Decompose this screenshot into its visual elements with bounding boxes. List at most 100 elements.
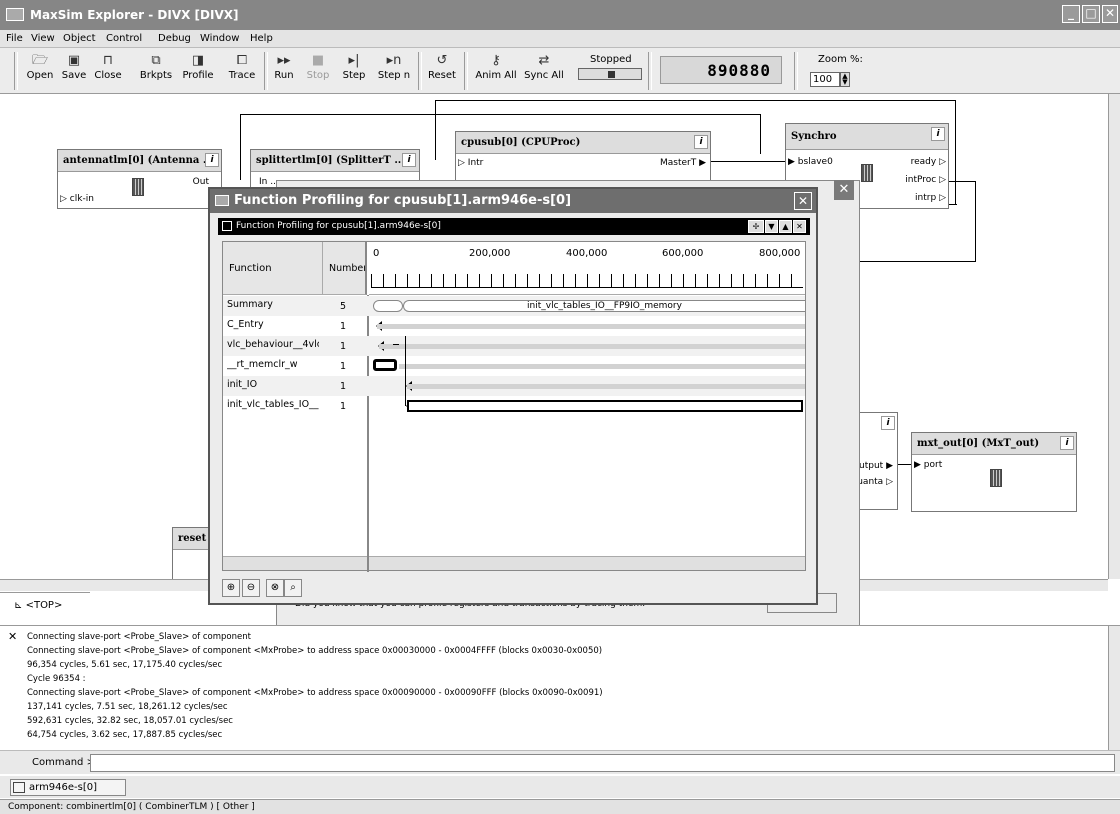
zoom-reset-icon[interactable]: ⊗ [266,579,284,597]
chevron-down-icon[interactable]: ▼ [765,220,778,233]
log-line: 96,354 cycles, 5.61 sec, 17,175.40 cycle… [27,660,223,670]
profiling-dialog-title: Function Profiling for cpusub[1].arm946e… [210,189,816,213]
profile-row[interactable]: init_vlc_tables_IO__ 1 [223,396,805,416]
window-icon [13,782,25,793]
row-function: vlc_behaviour__4vlc [227,339,319,350]
open-label: Open [26,70,54,81]
antenna-component[interactable]: antennatlm[0] (Antenna ... i Out ▷ clk-i… [57,149,222,209]
close-button[interactable]: ⊓ Close [88,52,128,90]
command-input[interactable] [90,754,1115,772]
profile-row[interactable]: vlc_behaviour__4vlc 1 [223,336,805,356]
profiling-grid[interactable]: Function Number c 0 200,000 400,000 600,… [222,241,806,572]
menu-window[interactable]: Window [200,33,239,44]
close-icon[interactable]: ✕ [794,192,812,210]
intproc-port: intProc ▷ [905,175,946,185]
sync-all-button[interactable]: ⇄ Sync All [522,52,566,90]
timeline-hscroll[interactable] [369,556,805,570]
info-icon[interactable]: i [1060,436,1074,450]
chip-icon [132,178,144,196]
step-n-label: Step n [377,70,411,81]
log-line: 64,754 cycles, 3.62 sec, 17,887.85 cycle… [27,730,223,740]
menu-object[interactable]: Object [63,33,96,44]
antenna-title: antennatlm[0] (Antenna ... [58,150,221,172]
zoom-fit-icon[interactable]: ⌕ [284,579,302,597]
info-icon[interactable]: i [931,127,945,141]
log-scrollbar[interactable] [1108,626,1120,751]
menu-file[interactable]: File [6,33,23,44]
number-column-header[interactable]: Number c [323,242,367,295]
mxt-out-component[interactable]: mxt_out[0] (MxT_out) i ▶ port [911,432,1077,512]
pin-icon[interactable]: ✢ [748,220,764,233]
step-n-button[interactable]: ▸n Step n [374,52,414,90]
dialog-app-icon [215,195,229,206]
zoom-in-icon[interactable]: ⊕ [222,579,240,597]
wire [975,181,976,261]
folder-icon: 🗁 [32,53,49,68]
bslave-port: ▶ bslave0 [788,157,833,167]
info-icon[interactable]: i [402,153,416,167]
close-icon[interactable]: ✕ [8,630,17,643]
wire [955,100,956,204]
intr-port: ▷ Intr [458,158,484,168]
bottom-tab-row: arm946e-s[0] [0,776,1120,798]
menu-help[interactable]: Help [250,33,273,44]
profile-row[interactable]: Summary 5 init_vlc_tables_IO__FP9IO_memo… [223,296,805,316]
row-count: 1 [339,341,347,352]
row-function: init_IO [227,379,258,390]
info-icon[interactable]: i [881,416,895,430]
toolbar: 🗁 Open ▣ Save ⊓ Close ⧉ Brkpts ◨ Profile ⧠ Tra… [0,48,1120,94]
menu-view[interactable]: View [31,33,55,44]
tab-label: arm946e-s[0] [29,782,98,793]
wire [435,100,955,101]
hierarchy-icon: ⊾ [14,600,23,611]
function-column-header[interactable]: Function [223,242,323,295]
chevron-up-icon[interactable]: ▲ [779,220,792,233]
row-count: 5 [339,301,347,312]
tick-label: 200,000 [469,248,511,259]
anim-icon: ⚷ [491,53,501,68]
profile-row[interactable]: init_IO 1 [223,376,805,396]
anim-all-button[interactable]: ⚷ Anim All [474,52,518,90]
stop-button[interactable]: ■ Stop [298,52,338,90]
close-icon[interactable]: ✕ [1102,5,1118,23]
minimize-icon[interactable]: _ [1062,5,1080,23]
bg-dialog-close-icon[interactable]: ✕ [834,180,854,200]
zoom-spinner[interactable]: ▲ ▼ [840,72,850,87]
trace-label: Trace [228,70,256,81]
cycle-counter: 890880 [660,56,782,84]
view-tab-top[interactable]: ⊾ <TOP> [0,592,90,618]
run-icon: ▸▸ [277,53,291,68]
tab-arm946e[interactable]: arm946e-s[0] [10,779,126,796]
toolbar-grip [14,52,18,90]
breakpoints-button[interactable]: ⧉ Brkpts [136,52,176,90]
trace-button[interactable]: ⧠ Trace [222,52,262,90]
reset-button[interactable]: ↺ Reset [422,52,462,90]
zoom-input[interactable]: 100 [810,72,840,87]
menu-control[interactable]: Control [106,33,142,44]
profile-row[interactable]: C_Entry 1 [223,316,805,336]
ruler [371,274,803,288]
info-icon[interactable]: i [694,135,708,149]
profile-row[interactable]: __rt_memclr_w 1 [223,356,805,376]
chip-icon [990,469,1002,487]
row-function: __rt_memclr_w [227,359,298,370]
menu-debug[interactable]: Debug [158,33,191,44]
cpusub-title: cpusub[0] (CPUProc) [456,132,710,154]
step-button[interactable]: ▸| Step [334,52,374,90]
info-icon[interactable]: i [205,153,219,167]
canvas-vertical-scrollbar[interactable] [1108,94,1120,579]
maximize-icon[interactable]: □ [1082,5,1100,23]
synchro-title: Synchro [786,124,948,150]
menu-bar: File View Object Control Debug Window He… [0,30,1120,48]
intrp-label: intrp [915,193,937,203]
zoom-out-icon[interactable]: ⊖ [242,579,260,597]
close-icon[interactable]: ✕ [793,220,806,233]
profile-button[interactable]: ◨ Profile [178,52,218,90]
activity-bar [399,364,805,369]
chip-icon [861,164,873,182]
wire [435,100,436,160]
function-hscroll[interactable] [223,556,367,570]
sim-state-indicator [578,68,642,80]
step-icon: ▸| [348,53,360,68]
command-row: Command > [0,750,1120,774]
